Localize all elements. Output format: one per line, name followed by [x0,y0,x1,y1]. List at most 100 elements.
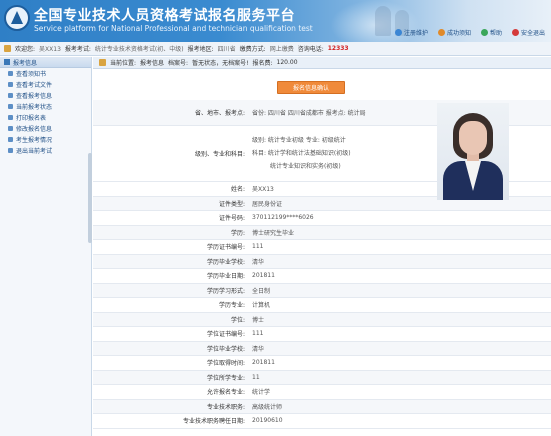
field-value: 博士 [252,316,265,324]
help-icon [480,29,488,36]
sidebar-item-print[interactable]: 打印报名表 [0,112,91,123]
field-value: 居民身份证 [252,200,283,208]
field-value: 201811 [252,359,275,367]
bullet-icon [8,137,13,142]
sidebar-header: 报考信息 [0,57,91,68]
field-label: 学历专业: [218,302,245,310]
field-value: 111 [252,330,264,338]
archive-value: 暂无状态，无档案号! [192,60,249,67]
bullet-icon [8,104,13,109]
form-field-row: 证件号码: 370112199****6026 [93,211,551,226]
form-field-row: 学历毕业日期: 201811 [93,269,551,284]
phone-label: 咨询电话: [297,46,324,53]
bullet-icon [8,93,13,98]
field-value: 博士研究生毕业 [252,229,295,237]
field-label: 学位毕业学校: [206,345,245,353]
logout-icon [511,29,519,36]
field-label: 学位证书编号: [206,331,245,339]
field-value: 20190610 [252,417,283,425]
field-rows: 姓名: 吴XX13 证件类型: 居民身份证 证件号码: 370112199****6026… [93,182,551,429]
user-icon [4,45,11,52]
sidebar-item-exit[interactable]: 退出当前考试 [0,145,91,156]
form-field-row: 学历专业: 计算机 [93,298,551,313]
notice-icon [437,29,445,36]
sidebar-item-modify[interactable]: 修改报名信息 [0,123,91,134]
form-field-row: 专业技术职务: 高级统计师 [93,399,551,414]
confirm-info-button[interactable]: 报名信息确认 [277,81,345,94]
field-value: 计算机 [252,302,271,310]
field-label: 学历: [230,229,245,237]
field-value: 201811 [252,272,275,280]
field-label: 学历毕业学校: [206,258,245,266]
field-label: 学历证书编号: [206,244,245,252]
banner-figure [375,6,391,36]
form-field-row: 学历证书编号: 111 [93,240,551,255]
field-value: 清华 [252,345,265,353]
form-field-row: 学历毕业学校: 清华 [93,254,551,269]
field-label: 学历毕业日期: [206,273,245,281]
field-label: 学位所学专业: [206,374,245,382]
bullet-icon [8,115,13,120]
exam-value: 统计专业技术资格考试(初、中级) [94,46,184,53]
sidebar-item-info[interactable]: 查看报考信息 [0,90,91,101]
fee-value: 120.00 [276,59,298,66]
area-value: 四川省 [217,46,236,53]
archive-label: 档案号: [168,60,189,67]
form-field-row: 学位毕业学校: 清华 [93,341,551,356]
form-field-row: 允许报名专业: 统计学 [93,385,551,400]
form-field-row: 学历: 博士研究生毕业 [93,225,551,240]
platform-subtitle: Service platform for National Profession… [34,24,313,33]
region-label: 省、地市、报考点: [194,110,245,117]
user-icon [394,29,402,36]
field-label: 证件号码: [218,215,245,223]
field-value: 11 [252,373,260,381]
fee-label: 报名费: [252,60,273,67]
field-value: 111 [252,243,264,251]
field-label: 专业技术职务: [206,403,245,411]
field-value: 高级统计师 [252,403,283,411]
location-bar: 当前位置: 报考信息 档案号: 暂无状态，无档案号! 报名费: 120.00 [93,57,551,69]
help-link[interactable]: 帮助 [480,28,502,37]
form-field-row: 专业技术职务聘任日期: 20190610 [93,414,551,429]
notice-link[interactable]: 成功须知 [437,28,471,37]
form-field-row: 学位: 博士 [93,312,551,327]
welcome-label: 欢迎您: [15,46,36,53]
user-info-bar: 欢迎您: 吴XX13 报考考试: 统计专业技术资格考试(初、中级) 报考地区: … [0,42,551,56]
bullet-icon [8,126,13,131]
register-link[interactable]: 注册维护 [394,28,428,37]
sidebar-item-situation[interactable]: 考生报考情况 [0,134,91,145]
field-value: 全日制 [252,287,271,295]
sidebar-item-files[interactable]: 查看考试文件 [0,79,91,90]
top-links: 注册维护 成功须知 帮助 安全退出 [394,28,545,37]
field-label: 证件类型: [218,200,245,208]
form-field-row: 学位取得时间: 201811 [93,356,551,371]
phone-value: 12333 [327,45,349,52]
header-banner: 全国专业技术人员资格考试报名服务平台 Service platform for … [0,0,551,42]
bullet-icon [8,148,13,153]
location-path: 报考信息 [140,60,165,67]
payment-mode-label: 缴费方式: [239,46,266,53]
area-label: 报考地区: [187,46,214,53]
bullet-icon [8,82,13,87]
bullet-icon [8,71,13,76]
subject-label: 级别、专业和科目: [194,151,245,158]
logout-link[interactable]: 安全退出 [511,28,545,37]
exam-label: 报考考试: [64,46,91,53]
platform-logo [4,5,30,31]
location-label: 当前位置: [110,60,137,67]
form-field-row: 学位证书编号: 111 [93,327,551,342]
sidebar-item-notice[interactable]: 查看须知书 [0,68,91,79]
sidebar-scrollbar[interactable] [88,153,92,243]
form-field-row: 学位所学专业: 11 [93,370,551,385]
field-label: 学位取得时间: [206,360,245,368]
field-value: 370112199****6026 [252,214,314,222]
sidebar: 报考信息 查看须知书 查看考试文件 查看报考信息 当前报考状态 打印报名表 修改… [0,57,92,436]
field-label: 学历学习形式: [206,287,245,295]
field-value: 清华 [252,258,265,266]
user-name: 吴XX13 [39,46,61,53]
field-label: 专业技术职务聘任日期: [182,418,245,426]
platform-title: 全国专业技术人员资格考试报名服务平台 [34,8,295,24]
payment-mode-value: 网上缴费 [269,46,294,53]
sidebar-item-status[interactable]: 当前报考状态 [0,101,91,112]
applicant-photo [437,103,509,200]
